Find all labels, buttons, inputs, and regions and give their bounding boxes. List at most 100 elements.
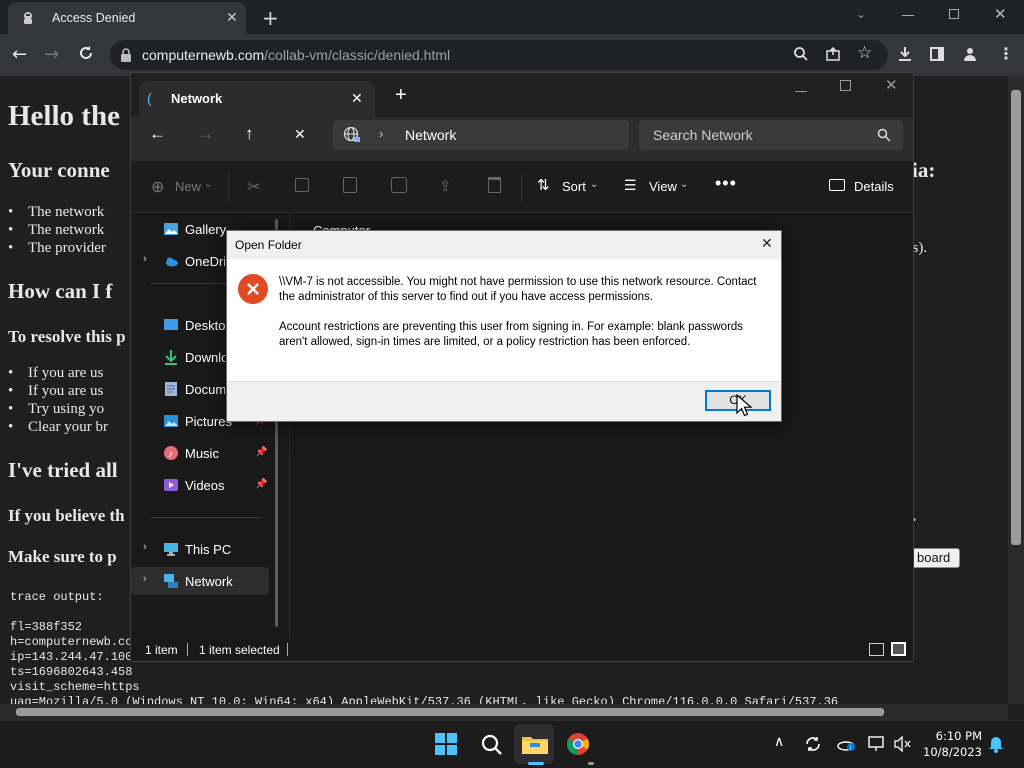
taskbar-search-icon[interactable] xyxy=(481,734,503,756)
horizontal-scroll-thumb[interactable] xyxy=(16,708,884,716)
share-file-icon[interactable]: ⇪ xyxy=(439,177,452,195)
downloads-icon xyxy=(163,349,179,365)
list-item: If you are us xyxy=(8,383,103,400)
cmd-divider xyxy=(228,173,229,201)
large-icons-view-icon[interactable] xyxy=(891,642,906,656)
lock-icon[interactable] xyxy=(120,48,132,62)
sort-chevron-icon: ⌄ xyxy=(590,179,599,190)
more-options-icon[interactable]: ••• xyxy=(715,173,737,194)
expand-chevron-icon[interactable]: › xyxy=(143,253,147,265)
zoom-search-icon[interactable] xyxy=(793,46,809,62)
videos-icon xyxy=(163,477,179,493)
nav-item-music[interactable]: ♪ Music 📌 xyxy=(131,439,269,467)
dialog-title: Open Folder xyxy=(235,238,302,252)
explorer-forward-icon[interactable]: → xyxy=(197,124,214,144)
paste-icon[interactable] xyxy=(343,177,357,193)
new-plus-icon: ⊕ xyxy=(151,179,165,196)
side-panel-icon[interactable] xyxy=(930,47,944,61)
pin-icon[interactable]: 📌 xyxy=(255,447,267,458)
details-button[interactable]: Details xyxy=(854,179,894,194)
breadcrumb-chevron-icon: › xyxy=(379,126,384,141)
explorer-new-tab-icon[interactable]: + xyxy=(395,84,407,107)
connection-heading-tail: ia: xyxy=(912,158,936,182)
delete-icon[interactable] xyxy=(488,177,501,193)
pin-icon[interactable]: 📌 xyxy=(255,479,267,490)
copy-icon[interactable] xyxy=(295,178,309,192)
bookmark-star-icon[interactable]: ☆ xyxy=(857,43,872,63)
download-icon[interactable] xyxy=(897,46,913,62)
rename-icon[interactable] xyxy=(391,177,407,193)
file-explorer-icon xyxy=(522,734,548,754)
notification-bell-icon[interactable] xyxy=(988,735,1004,753)
expand-chevron-icon[interactable]: › xyxy=(143,573,147,585)
show-hidden-icons-icon[interactable]: ∧ xyxy=(774,734,784,750)
nav-item-this-pc[interactable]: › This PC xyxy=(131,535,269,563)
status-divider xyxy=(287,643,288,656)
explorer-search-input[interactable]: Search Network xyxy=(639,120,903,150)
share-icon[interactable] xyxy=(825,46,841,62)
onedrive-tray-icon[interactable]: i xyxy=(836,736,856,752)
forward-icon[interactable]: → xyxy=(44,44,59,65)
new-button[interactable]: New xyxy=(175,179,201,194)
vertical-scroll-thumb[interactable] xyxy=(1011,90,1021,545)
explorer-tab[interactable]: ( Network ✕ xyxy=(139,81,375,117)
expand-chevron-icon[interactable]: › xyxy=(143,541,147,553)
nav-item-videos[interactable]: Videos 📌 xyxy=(131,471,269,499)
explorer-maximize-icon[interactable] xyxy=(840,80,851,91)
explorer-address-bar[interactable]: › Network xyxy=(333,120,629,150)
menu-kebab-icon[interactable]: ⋮ xyxy=(998,44,1014,63)
profile-icon[interactable] xyxy=(962,46,978,62)
status-divider xyxy=(187,643,188,656)
trace-line: ip=143.244.47.100 xyxy=(10,650,133,664)
gallery-icon xyxy=(163,221,179,237)
open-folder-dialog: Open Folder ✕ \\VM-7 is not accessible. … xyxy=(226,230,782,422)
explorer-close-icon[interactable]: ✕ xyxy=(885,76,898,94)
nav-label: Network xyxy=(185,574,233,589)
site-favicon-icon xyxy=(20,10,36,26)
trace-title: trace output: xyxy=(10,590,104,604)
breadcrumb-network[interactable]: Network xyxy=(405,127,456,143)
browser-tab-title: Access Denied xyxy=(52,11,136,25)
explorer-tab-close-icon[interactable]: ✕ xyxy=(351,90,363,107)
sort-icon: ⇅ xyxy=(537,177,550,194)
stop-loading-icon[interactable]: ✕ xyxy=(294,126,306,143)
back-icon[interactable]: ← xyxy=(12,44,27,65)
nav-label: Documents xyxy=(185,382,225,397)
sync-icon[interactable] xyxy=(804,735,822,753)
list-item: If you are us xyxy=(8,365,103,382)
search-placeholder: Search Network xyxy=(653,127,753,143)
nav-label: Downloads xyxy=(185,350,225,365)
clock-date[interactable]: 10/8/2023 xyxy=(920,745,982,759)
cut-icon[interactable]: ✂ xyxy=(247,177,260,197)
minimize-icon[interactable] xyxy=(902,15,914,16)
new-chevron-icon: ⌄ xyxy=(204,179,213,190)
tab-close-icon[interactable]: ✕ xyxy=(226,10,238,26)
selection-count: 1 item selected xyxy=(199,643,280,657)
window-close-icon[interactable]: ✕ xyxy=(994,5,1007,23)
new-tab-icon[interactable]: + xyxy=(262,6,279,30)
dialog-close-icon[interactable]: ✕ xyxy=(761,235,773,252)
trace-line: fl=388f352 xyxy=(10,620,83,634)
explorer-back-icon[interactable]: ← xyxy=(149,124,166,144)
reload-icon[interactable] xyxy=(77,44,95,62)
copy-clipboard-button[interactable]: board xyxy=(910,548,960,568)
view-button[interactable]: View xyxy=(649,179,677,194)
volume-muted-icon[interactable] xyxy=(894,736,912,752)
explorer-minimize-icon[interactable] xyxy=(795,91,807,92)
trace-line: h=computernewb.co xyxy=(10,635,133,649)
start-windows-icon[interactable] xyxy=(435,733,457,755)
connection-heading: Your conne xyxy=(8,158,110,182)
browser-tab[interactable]: Access Denied ✕ xyxy=(8,2,246,34)
resolve-heading: To resolve this p xyxy=(8,327,126,346)
nav-item-network[interactable]: › Network xyxy=(131,567,269,595)
clock-time[interactable]: 6:10 PM xyxy=(932,729,982,743)
tab-search-icon[interactable]: ⌄ xyxy=(856,7,866,21)
restore-icon[interactable] xyxy=(949,9,959,19)
network-tray-icon[interactable] xyxy=(868,736,886,752)
sort-button[interactable]: Sort xyxy=(562,179,586,194)
details-view-icon[interactable] xyxy=(869,643,884,656)
chrome-icon[interactable] xyxy=(566,732,590,756)
up-folder-icon[interactable]: ↑ xyxy=(245,124,254,144)
trace-line: ts=1696802643.458 xyxy=(10,665,133,679)
pictures-icon xyxy=(163,413,179,429)
